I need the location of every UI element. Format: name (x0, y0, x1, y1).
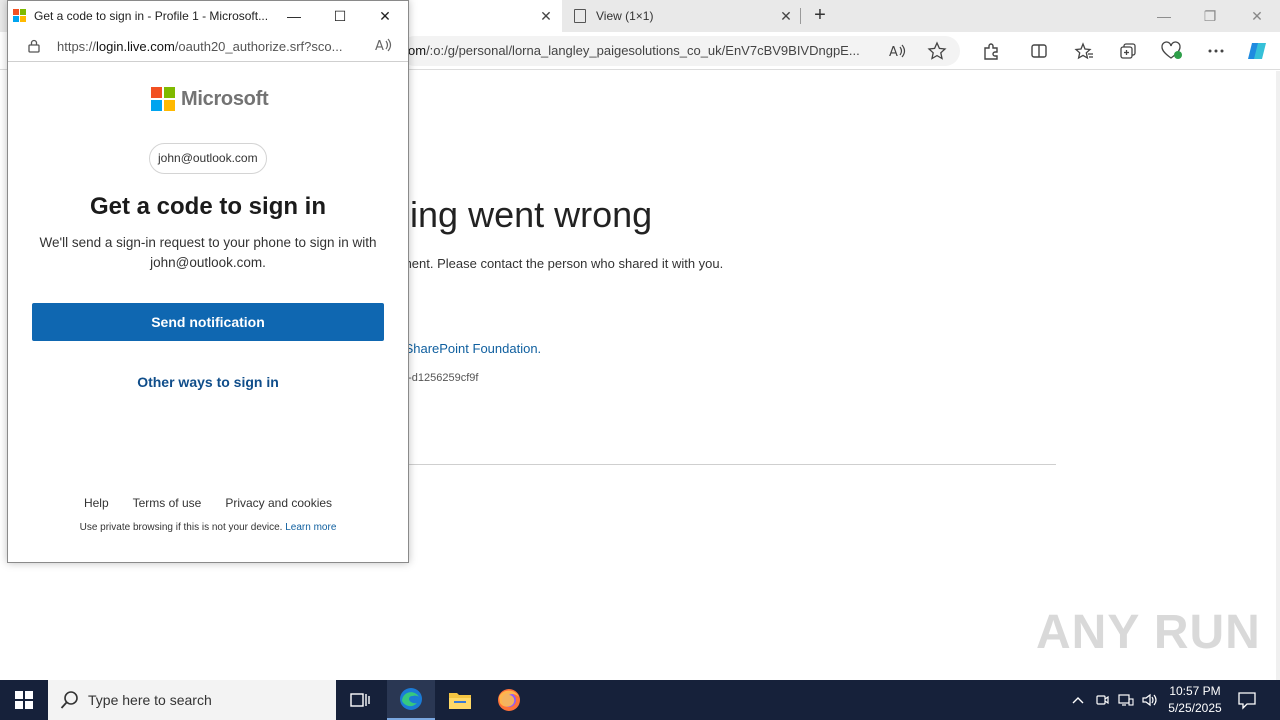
tab-view[interactable]: View (1×1) ✕ (562, 0, 802, 32)
taskbar-search-box[interactable]: Type here to search (48, 680, 336, 720)
svg-text:A: A (375, 39, 384, 53)
task-view-button[interactable] (336, 680, 384, 720)
search-icon (60, 691, 78, 709)
microsoft-logo: Microsoft (151, 87, 269, 111)
copilot-icon[interactable] (1246, 40, 1268, 62)
error-message: ocument. Please contact the person who s… (380, 256, 724, 271)
svg-text:A: A (889, 45, 898, 59)
address-host: om (408, 43, 427, 58)
start-button[interactable] (0, 680, 48, 720)
address-path: /:o:/g/personal/lorna_langley_paigesolut… (426, 43, 860, 58)
other-ways-to-sign-in-link[interactable]: Other ways to sign in (8, 374, 408, 390)
task-view-icon (350, 693, 370, 707)
tab-current[interactable]: ✕ (400, 0, 562, 32)
show-hidden-icons-chevron-icon[interactable] (1068, 690, 1088, 710)
terms-of-use-link[interactable]: Terms of use (133, 496, 202, 510)
address-bar[interactable]: om/:o:/g/personal/lorna_langley_paigesol… (400, 36, 960, 66)
extensions-icon[interactable] (980, 40, 1002, 62)
error-title: thing went wrong (380, 194, 653, 235)
close-window-button[interactable]: ✕ (1243, 4, 1271, 28)
identity-chip[interactable]: john@outlook.com (149, 143, 267, 174)
lock-icon (27, 39, 41, 53)
collections-icon[interactable] (1117, 40, 1139, 62)
browser-essentials-heart-icon[interactable] (1161, 40, 1183, 62)
popup-titlebar: Get a code to sign in - Profile 1 - Micr… (8, 1, 408, 31)
tab-separator (800, 8, 801, 24)
help-link[interactable]: Help (84, 496, 109, 510)
windows-logo-icon (15, 691, 33, 709)
microsoft-wordmark: Microsoft (181, 87, 269, 110)
clock-time: 10:57 PM (1169, 684, 1221, 698)
read-aloud-icon[interactable]: A (887, 40, 909, 62)
minimize-button[interactable]: — (1150, 4, 1178, 28)
divider (380, 464, 1056, 465)
firefox-icon (498, 689, 520, 711)
footer-links: Help Terms of use Privacy and cookies (8, 496, 408, 510)
popup-minimize-button[interactable]: — (279, 4, 309, 28)
desktop-screen: ✕ View (1×1) ✕ + — ❐ ✕ om/:o:/g/personal… (0, 0, 1280, 720)
tab-label: View (1×1) (596, 9, 654, 23)
network-icon[interactable] (1116, 690, 1136, 710)
file-explorer-taskbar-button[interactable] (436, 680, 484, 720)
send-notification-button[interactable]: Send notification (32, 303, 384, 341)
sign-in-form: Microsoft john@outlook.com Get a code to… (8, 63, 408, 562)
edge-icon (400, 688, 422, 710)
folder-icon (449, 693, 471, 709)
more-options-icon[interactable] (1205, 40, 1227, 62)
popup-maximize-button[interactable]: ☐ (325, 4, 355, 28)
privacy-and-cookies-link[interactable]: Privacy and cookies (225, 496, 332, 510)
url-scheme: https:// (57, 39, 97, 54)
windows-taskbar: Type here to search 10:57 PM 5/25/2025 (0, 680, 1280, 720)
url-host: login.live.com (96, 39, 175, 54)
popup-url-text: https://login.live.com/oauth20_authorize… (57, 39, 371, 54)
firefox-taskbar-button[interactable] (485, 680, 533, 720)
new-tab-button[interactable]: + (808, 4, 832, 28)
edge-taskbar-button[interactable] (387, 680, 435, 720)
notifications-button[interactable] (1236, 689, 1258, 711)
microsoft-logo-icon (151, 87, 175, 111)
read-aloud-icon[interactable]: A (375, 37, 393, 55)
learn-more-link[interactable]: Learn more (285, 522, 336, 533)
url-path: /oauth20_authorize.srf?sco... (174, 39, 343, 54)
anyrun-watermark: ANY RUN (1036, 606, 1261, 659)
volume-icon[interactable] (1140, 690, 1160, 710)
add-favorite-star-icon[interactable] (926, 40, 948, 62)
meet-now-icon[interactable] (1092, 690, 1112, 710)
popup-address-bar[interactable]: https://login.live.com/oauth20_authorize… (8, 31, 408, 62)
clock-date: 5/25/2025 (1168, 701, 1222, 715)
sign-in-popup-window: Get a code to sign in - Profile 1 - Micr… (7, 0, 409, 563)
notification-icon (1238, 692, 1256, 710)
page-title: Get a code to sign in (89, 193, 327, 220)
page-icon (574, 9, 586, 23)
close-tab-icon[interactable]: ✕ (538, 8, 554, 24)
microsoft-favicon-icon (13, 9, 27, 23)
private-browsing-text: Use private browsing if this is not your… (79, 522, 283, 533)
favorites-icon[interactable] (1073, 40, 1095, 62)
taskbar-clock[interactable]: 10:57 PM 5/25/2025 (1162, 683, 1228, 717)
description-text: We'll send a sign-in request to your pho… (39, 235, 377, 270)
popup-window-title: Get a code to sign in - Profile 1 - Micr… (34, 9, 269, 23)
restore-button[interactable]: ❐ (1196, 4, 1224, 28)
search-placeholder: Type here to search (88, 692, 212, 708)
split-screen-icon[interactable] (1028, 40, 1050, 62)
popup-close-button[interactable]: ✕ (370, 4, 400, 28)
private-browsing-note: Use private browsing if this is not your… (8, 522, 408, 533)
close-tab-icon[interactable]: ✕ (778, 8, 794, 24)
